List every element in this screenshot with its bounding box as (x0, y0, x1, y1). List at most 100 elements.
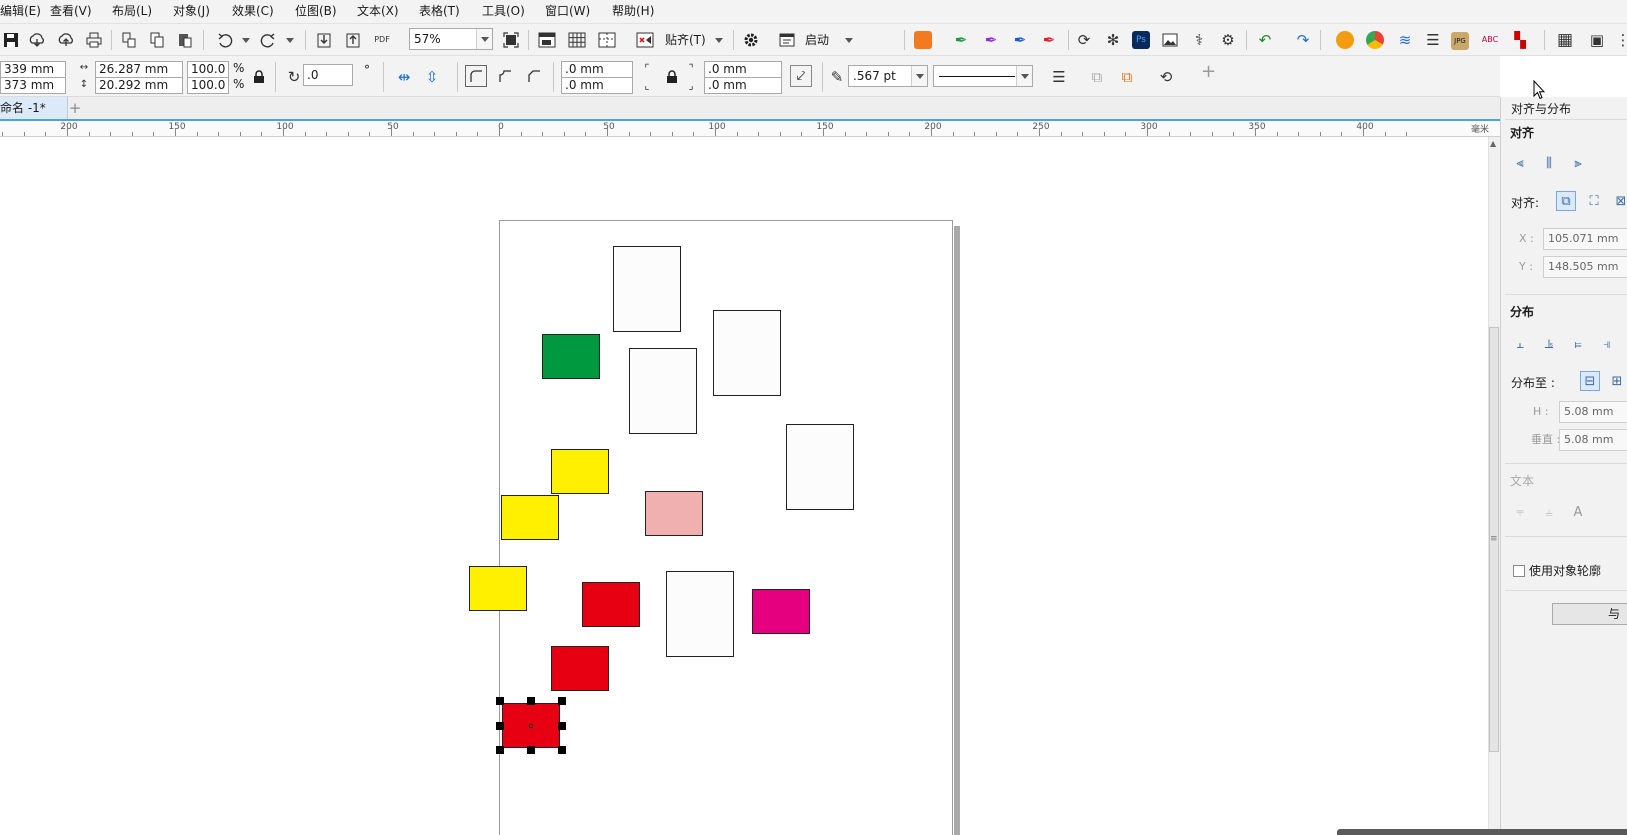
selection-handle[interactable] (496, 721, 504, 730)
menu-object[interactable]: 对象(J) (173, 3, 210, 19)
green-pen-icon[interactable]: ✒ (950, 29, 972, 51)
round-corner-icon[interactable] (465, 65, 487, 87)
selection-handle[interactable] (558, 697, 566, 705)
yellow-rectangle[interactable] (551, 449, 609, 494)
selection-handle[interactable] (496, 697, 504, 705)
undo-icon[interactable] (214, 29, 236, 51)
bucket-plugin-icon[interactable] (914, 31, 932, 49)
scale-y-field[interactable]: 100.0 (187, 77, 229, 94)
lock-corners-icon[interactable] (661, 66, 683, 88)
mirror-horizontal-icon[interactable]: ⇹ (393, 66, 415, 88)
blue-pen-icon[interactable]: ✒ (1009, 29, 1031, 51)
corner-radius-bottom-left[interactable]: .0 mm (561, 77, 633, 94)
rulers-icon[interactable] (536, 29, 558, 51)
use-outline-checkbox[interactable] (1513, 565, 1525, 577)
white-rectangle[interactable] (666, 571, 734, 657)
scallop-corner-icon[interactable] (494, 65, 516, 87)
to-back-icon[interactable]: ⧉ (1086, 66, 1108, 88)
menu-text[interactable]: 文本(X) (357, 3, 399, 19)
corner-radius-bottom-right[interactable]: .0 mm (704, 77, 782, 94)
redo-icon[interactable] (257, 29, 279, 51)
undo-green-icon[interactable]: ↶ (1254, 29, 1276, 51)
qr-code-icon[interactable]: ▦ (1554, 29, 1576, 51)
selection-handle[interactable] (496, 746, 504, 754)
jpg-icon[interactable]: JPG (1451, 32, 1469, 50)
refresh-icon[interactable]: ⟳ (1073, 29, 1095, 51)
color-swap-icon[interactable]: ▚ (1509, 29, 1531, 51)
v-spacing-field[interactable]: 5.08 mm (1559, 429, 1627, 451)
cloud-export-icon[interactable] (55, 29, 77, 51)
line-style-combo[interactable] (933, 65, 1033, 87)
snap-dropdown[interactable] (715, 38, 723, 43)
grid-icon[interactable] (566, 29, 588, 51)
abc-spell-icon[interactable]: ABC (1479, 29, 1501, 51)
red-pen-icon[interactable]: ✒ (1038, 29, 1060, 51)
apply-button[interactable]: 与 (1552, 603, 1627, 625)
selection-handle[interactable] (527, 697, 535, 705)
redo-blue-icon[interactable]: ↷ (1292, 29, 1314, 51)
stack-icon[interactable]: ☰ (1422, 29, 1444, 51)
zoom-dropdown-button[interactable] (476, 29, 492, 49)
menu-view[interactable]: 查看(V) (50, 3, 92, 19)
h-spacing-field[interactable]: 5.08 mm (1559, 401, 1627, 423)
export-icon[interactable] (342, 29, 364, 51)
convert-curves-icon[interactable]: ⟲ (1155, 66, 1177, 88)
document-tab[interactable]: 命名 -1* (0, 97, 68, 119)
import-icon[interactable] (313, 29, 335, 51)
red-rectangle[interactable] (551, 646, 609, 691)
more-icon[interactable]: ⋮ (1612, 29, 1627, 51)
save-icon[interactable] (0, 29, 22, 51)
align-x-field[interactable]: 105.071 mm (1543, 228, 1627, 250)
add-tool-button[interactable]: + (1201, 63, 1216, 81)
line-style-dropdown[interactable] (1016, 66, 1032, 86)
align-y-field[interactable]: 148.505 mm (1543, 256, 1627, 278)
selection-handle[interactable] (527, 746, 535, 754)
align-page-edge-icon[interactable]: ⛶ (1584, 191, 1604, 211)
white-rectangle[interactable] (713, 310, 781, 396)
selection-handle[interactable] (558, 746, 566, 754)
mirror-vertical-icon[interactable]: ⇳ (421, 66, 443, 88)
launch-button[interactable]: 启动 (805, 32, 829, 48)
shield-plugin-icon[interactable] (1336, 31, 1354, 49)
distribute-center-icon[interactable]: ⫡ (1539, 334, 1559, 354)
paste-icon[interactable] (174, 29, 196, 51)
scroll-up-arrow[interactable]: ▲ (1490, 139, 1496, 148)
wrap-text-icon[interactable]: ☰ (1048, 66, 1070, 88)
rotation-angle-field[interactable]: .0 (303, 64, 353, 86)
image-icon[interactable] (1159, 29, 1181, 51)
yellow-rectangle[interactable] (501, 495, 559, 540)
redo-dropdown[interactable] (286, 38, 294, 43)
text-bounding-box-icon[interactable]: A (1568, 502, 1588, 522)
menu-window[interactable]: 窗口(W) (545, 3, 590, 19)
object-width-field[interactable]: 26.287 mm (95, 61, 183, 78)
pdf-icon[interactable]: PDF (371, 29, 393, 51)
distribute-right-icon[interactable]: ⫣ (1597, 334, 1617, 354)
white-rectangle[interactable] (629, 348, 697, 434)
selection-handle[interactable] (558, 721, 566, 730)
full-screen-icon[interactable] (500, 29, 522, 51)
menu-bitmaps[interactable]: 位图(B) (295, 3, 337, 19)
undo-dropdown[interactable] (242, 38, 250, 43)
distribute-extent-icon[interactable]: ⊟ (1580, 371, 1600, 391)
guides-icon[interactable] (596, 29, 618, 51)
text-align-last-baseline-icon[interactable]: ⫨ (1539, 502, 1559, 522)
object-height-field[interactable]: 20.292 mm (95, 77, 183, 94)
yellow-rectangle[interactable] (469, 566, 527, 611)
align-left-icon[interactable]: ⫷ (1510, 153, 1530, 173)
menu-layout[interactable]: 布局(L) (112, 3, 152, 19)
to-front-icon[interactable]: ⧉ (1116, 66, 1138, 88)
menu-effects[interactable]: 效果(C) (232, 3, 274, 19)
trace-icon[interactable]: ✻ (1102, 29, 1124, 51)
purple-pen-icon[interactable]: ✒ (980, 29, 1002, 51)
red-rectangle[interactable] (582, 582, 640, 627)
scale-x-field[interactable]: 100.0 (187, 61, 229, 78)
corner-radius-top-right[interactable]: .0 mm (704, 61, 782, 78)
gear-icon[interactable] (740, 29, 762, 51)
chamfer-corner-icon[interactable] (523, 65, 545, 87)
align-active-objects-icon[interactable]: ⧉ (1556, 191, 1576, 211)
align-page-center-icon[interactable]: ⊠ (1611, 191, 1627, 211)
chrome-icon[interactable] (1366, 31, 1384, 49)
pink-rectangle[interactable] (645, 491, 703, 536)
distribute-spacing-icon[interactable]: ⫢ (1568, 334, 1588, 354)
tree-icon[interactable]: ⚕ (1188, 29, 1210, 51)
